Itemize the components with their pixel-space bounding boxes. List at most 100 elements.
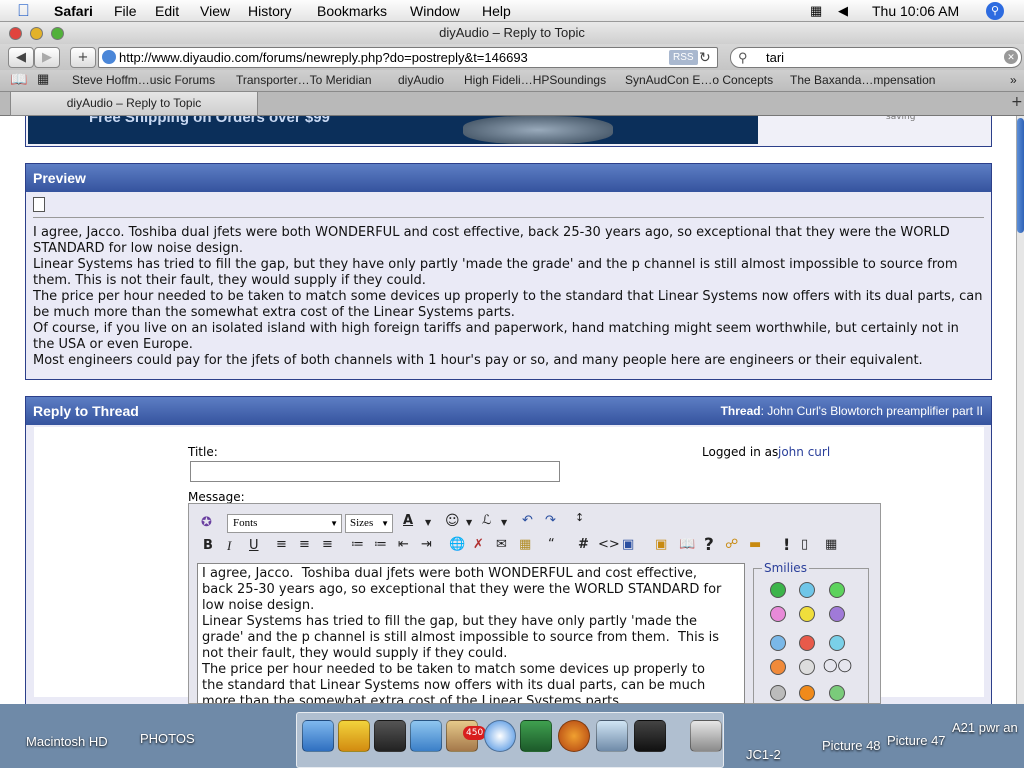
mad-icon[interactable] — [799, 635, 815, 651]
spotlight-icon[interactable]: ⚲ — [986, 2, 1004, 20]
smiley-menu-icon[interactable]: ☺ — [445, 513, 460, 529]
book-icon[interactable]: 📖 — [679, 537, 695, 552]
insert-image-icon[interactable]: ▦ — [519, 537, 531, 552]
smile-blue-icon[interactable] — [799, 582, 815, 598]
bookmark-item[interactable]: Steve Hoffm…usic Forums — [72, 73, 215, 87]
menu-help[interactable]: Help — [482, 3, 511, 19]
php-icon[interactable]: ▣ — [622, 537, 634, 552]
exclamation-icon[interactable]: ! — [783, 535, 790, 554]
help-icon[interactable]: ? — [704, 535, 714, 555]
chevron-down-icon[interactable]: ▼ — [466, 518, 472, 527]
font-select[interactable]: Fonts ▼ — [227, 514, 342, 533]
bold-icon[interactable]: B — [203, 538, 213, 553]
text-color-icon[interactable]: A — [403, 513, 413, 528]
finder-icon[interactable] — [302, 720, 334, 752]
grin-icon[interactable] — [829, 582, 845, 598]
rss-badge[interactable]: RSS — [669, 50, 698, 65]
tag-icon[interactable]: ▬ — [749, 537, 761, 552]
olympic-rings-icon[interactable]: ◯◯ — [823, 658, 852, 673]
firefox-icon[interactable] — [558, 720, 590, 752]
desktop-item-jc1[interactable]: JC1-2 — [746, 747, 781, 762]
address-bar[interactable]: http://www.diyaudio.com/forums/newreply.… — [98, 47, 718, 68]
bullet-list-icon[interactable]: ≔ — [374, 537, 387, 552]
menu-window[interactable]: Window — [410, 3, 460, 19]
size-select[interactable]: Sizes ▼ — [345, 514, 393, 533]
align-right-icon[interactable]: ≡ — [322, 537, 333, 552]
search-input[interactable]: ⚲ tari ✕ — [730, 47, 1022, 68]
zoom-icon[interactable] — [51, 27, 64, 40]
chevron-down-icon[interactable]: ▼ — [425, 518, 431, 527]
smile-yellow-icon[interactable] — [799, 606, 815, 622]
table-icon[interactable]: ▦ — [825, 537, 837, 552]
close-icon[interactable] — [9, 27, 22, 40]
redo-icon[interactable]: ↷ — [545, 513, 556, 528]
smile-green-icon[interactable] — [770, 582, 786, 598]
app-menu[interactable]: Safari — [54, 3, 93, 19]
undo-icon[interactable]: ↶ — [522, 513, 533, 528]
align-center-icon[interactable]: ≡ — [299, 537, 310, 552]
chevron-down-icon[interactable]: ▼ — [501, 518, 507, 527]
frown-icon[interactable] — [829, 606, 845, 622]
sick-icon[interactable] — [829, 685, 845, 701]
film-icon[interactable]: ▯ — [801, 537, 808, 552]
bookmark-item[interactable]: diyAudio — [398, 73, 444, 87]
rip-icon[interactable] — [770, 685, 786, 701]
eek-icon[interactable] — [799, 659, 815, 675]
tongue-icon[interactable] — [770, 606, 786, 622]
remove-link-icon[interactable]: ✗ — [473, 537, 484, 552]
tab-active[interactable]: diyAudio – Reply to Topic — [10, 92, 258, 116]
italic-icon[interactable]: I — [227, 538, 231, 554]
word-icon[interactable] — [338, 720, 370, 752]
volume-icon[interactable]: ◀ — [838, 3, 848, 19]
spoiler-icon[interactable]: ▣ — [655, 537, 667, 552]
pumpkin-icon[interactable] — [799, 685, 815, 701]
insert-email-icon[interactable]: ✉ — [496, 537, 507, 552]
word-processor-icon[interactable] — [410, 720, 442, 752]
reload-icon[interactable]: ↻ — [699, 48, 711, 67]
menu-file[interactable]: File — [114, 3, 137, 19]
iphoto-icon[interactable] — [596, 720, 628, 752]
quote-icon[interactable]: “ — [548, 537, 555, 552]
remove-format-icon[interactable]: ✪ — [201, 515, 212, 530]
safari-icon[interactable] — [484, 720, 516, 752]
embarrassed-icon[interactable] — [770, 659, 786, 675]
bookmark-item[interactable]: SynAudCon E…o Concepts — [625, 73, 773, 87]
clear-search-icon[interactable]: ✕ — [1004, 50, 1018, 64]
menu-edit[interactable]: Edit — [155, 3, 179, 19]
outdent-icon[interactable]: ⇤ — [398, 537, 409, 552]
html-icon[interactable]: <> — [598, 537, 620, 552]
insert-link-icon[interactable]: 🌐 — [449, 537, 465, 552]
bookmarks-book-icon[interactable]: 📖 — [10, 71, 27, 88]
forward-icon[interactable]: ▶ — [34, 47, 60, 68]
apple-menu-icon[interactable]:  — [17, 1, 30, 21]
resize-icon[interactable]: ↕ — [575, 511, 584, 524]
align-left-icon[interactable]: ≡ — [276, 537, 287, 552]
title-input[interactable] — [190, 461, 560, 482]
desktop-item-a21[interactable]: A21 pwr an — [952, 720, 1018, 735]
cool-icon[interactable] — [829, 635, 845, 651]
desktop-item-photos[interactable]: PHOTOS — [140, 731, 195, 746]
clock[interactable]: Thu 10:06 AM — [872, 3, 959, 19]
message-textarea[interactable]: I agree, Jacco. Toshiba dual jfets were … — [197, 563, 745, 704]
confused-icon[interactable] — [770, 635, 786, 651]
indent-icon[interactable]: ⇥ — [421, 537, 432, 552]
ad-banner[interactable]: Free Shipping on Orders over $99 — [28, 116, 758, 144]
attach-icon[interactable]: ℒ — [482, 513, 491, 528]
menu-history[interactable]: History — [248, 3, 292, 19]
desktop-item-hd[interactable]: Macintosh HD — [26, 734, 108, 749]
bookmark-item[interactable]: Transporter…To Meridian — [236, 73, 372, 87]
activity-monitor-icon[interactable] — [520, 720, 552, 752]
printer-icon[interactable] — [374, 720, 406, 752]
menu-view[interactable]: View — [200, 3, 230, 19]
desktop-item-picture48[interactable]: Picture 48 — [822, 738, 881, 753]
add-bookmark-icon[interactable]: + — [70, 47, 96, 68]
page-scrollbar-thumb[interactable] — [1017, 118, 1024, 233]
bookmark-item[interactable]: High Fideli…HPSoundings — [464, 73, 606, 87]
trash-icon[interactable] — [690, 720, 722, 752]
code-icon[interactable]: # — [578, 537, 589, 552]
menu-bookmarks[interactable]: Bookmarks — [317, 3, 387, 19]
ordered-list-icon[interactable]: ≔ — [351, 537, 364, 552]
back-icon[interactable]: ◀ — [8, 47, 34, 68]
top-sites-grid-icon[interactable]: ▦ — [37, 71, 49, 87]
thread-title[interactable]: John Curl's Blowtorch preamplifier part … — [767, 404, 983, 418]
